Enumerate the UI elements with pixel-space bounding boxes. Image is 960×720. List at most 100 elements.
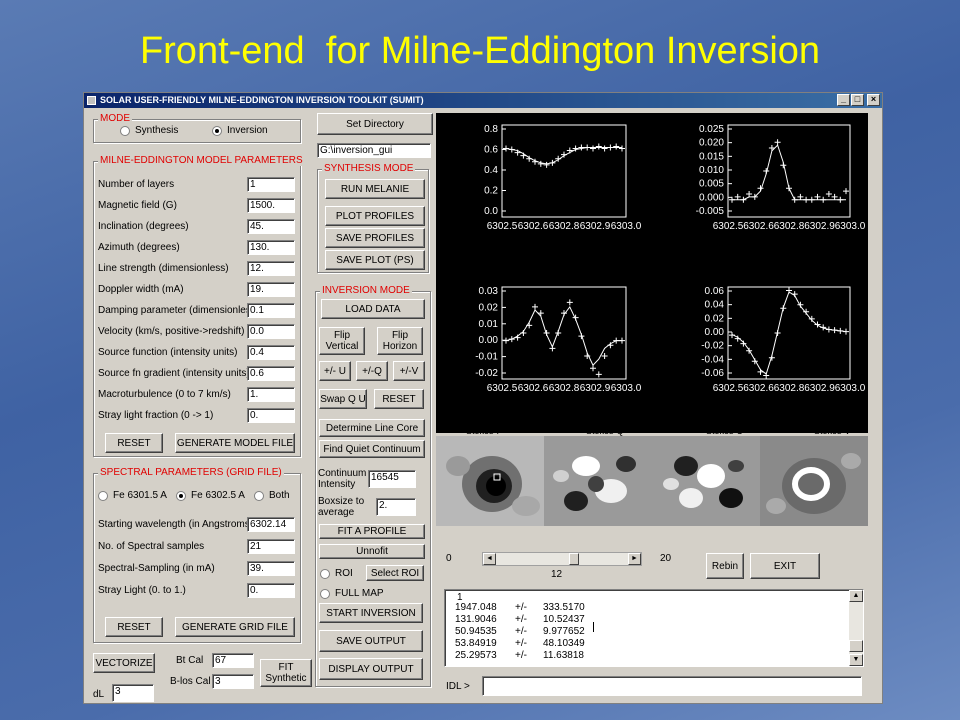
observed-point <box>734 193 741 200</box>
load-data-button[interactable]: LOAD DATA <box>321 299 425 319</box>
generate-grid-file-button[interactable]: GENERATE GRID FILE <box>175 617 295 637</box>
both-lines-radio-dot[interactable] <box>254 490 264 501</box>
plot-profiles-button[interactable]: PLOT PROFILES <box>325 206 425 226</box>
fe-6302-radio-dot[interactable] <box>176 490 186 501</box>
idl-command-input[interactable] <box>482 676 862 696</box>
stokes-i-map[interactable] <box>436 436 544 526</box>
set-directory-button[interactable]: Set Directory <box>317 113 433 135</box>
bt-cal-input[interactable]: 67 <box>212 653 254 668</box>
model-param-input[interactable]: 0.4 <box>247 345 295 360</box>
spectral-param-input[interactable]: 39. <box>247 561 295 576</box>
spectral-param-input[interactable]: 21 <box>247 539 295 554</box>
continuum-intensity-input[interactable]: 16545 <box>368 470 416 488</box>
select-roi-button[interactable]: Select ROI <box>366 565 424 581</box>
slider-left-arrow-icon[interactable]: ◄ <box>483 553 496 565</box>
observed-point <box>566 299 573 306</box>
model-param-input[interactable]: 130. <box>247 240 295 255</box>
y-tick-label: 0.000 <box>699 192 724 203</box>
both-lines-radio[interactable]: Both <box>254 490 290 501</box>
fe-6301-radio[interactable]: Fe 6301.5 A <box>98 490 167 501</box>
inversion-reset-button[interactable]: RESET <box>374 389 424 409</box>
run-melanie-button[interactable]: RUN MELANIE <box>325 179 425 199</box>
fe-6301-radio-dot[interactable] <box>98 490 108 501</box>
console-scrollbar[interactable]: ▲ ▼ <box>849 590 863 666</box>
save-output-button[interactable]: SAVE OUTPUT <box>319 630 423 652</box>
close-button[interactable]: × <box>867 94 880 106</box>
directory-input[interactable]: G:\inversion_gui <box>317 143 431 158</box>
maximize-button[interactable]: □ <box>851 94 864 106</box>
spectral-param-label: Starting wavelength (in Angstroms) <box>98 519 254 530</box>
model-param-input[interactable]: 0.6 <box>247 366 295 381</box>
y-tick-label: 0.02 <box>479 302 499 313</box>
fit-synthetic-button[interactable]: FIT Synthetic <box>260 659 312 687</box>
x-tick-label: 6302.9 <box>580 221 611 232</box>
spectral-reset-button[interactable]: RESET <box>105 617 163 637</box>
full-map-radio[interactable]: FULL MAP <box>320 588 384 599</box>
roi-radio[interactable]: ROI <box>320 568 353 579</box>
window-titlebar: SOLAR USER-FRIENDLY MILNE-EDDINGTON INVE… <box>84 93 882 108</box>
console-scroll-thumb[interactable] <box>849 640 863 652</box>
dl-input[interactable]: 3 <box>112 684 154 702</box>
roi-radio-dot[interactable] <box>320 568 330 579</box>
generate-model-file-button[interactable]: GENERATE MODEL FILE <box>175 433 295 453</box>
observed-point <box>555 330 562 336</box>
observed-point <box>791 196 798 203</box>
inversion-radio-dot[interactable] <box>212 125 222 136</box>
model-param-input[interactable]: 0. <box>247 408 295 423</box>
start-inversion-button[interactable]: START INVERSION <box>319 603 423 623</box>
stokes-v-map[interactable] <box>760 436 868 526</box>
determine-line-core-button[interactable]: Determine Line Core <box>319 419 425 437</box>
vectorize-button[interactable]: VECTORIZE <box>93 653 155 673</box>
save-profiles-button[interactable]: SAVE PROFILES <box>325 228 425 248</box>
stokes-u-map[interactable] <box>652 436 760 526</box>
stokes-q-map[interactable] <box>544 436 652 526</box>
model-param-input[interactable]: 0.1 <box>247 303 295 318</box>
fit-a-profile-button[interactable]: FIT A PROFILE <box>319 524 425 539</box>
find-quiet-continuum-button[interactable]: Find Quiet Continuum <box>319 440 425 458</box>
rebin-button[interactable]: Rebin <box>706 553 744 579</box>
synthesis-radio-dot[interactable] <box>120 125 130 136</box>
model-param-input[interactable]: 0.0 <box>247 324 295 339</box>
save-plot-ps-button[interactable]: SAVE PLOT (PS) <box>325 250 425 270</box>
full-map-radio-dot[interactable] <box>320 588 330 599</box>
blos-cal-input[interactable]: 3 <box>212 674 254 689</box>
minimize-button[interactable]: _ <box>837 94 850 106</box>
x-tick-label: 6302.6 <box>743 221 774 232</box>
flip-u-sign-button[interactable]: +/- U <box>319 361 351 381</box>
model-param-label: Doppler width (mA) <box>98 284 184 295</box>
slider-thumb[interactable] <box>569 553 579 565</box>
observed-point <box>613 337 620 344</box>
model-param-input[interactable]: 19. <box>247 282 295 297</box>
model-param-input[interactable]: 12. <box>247 261 295 276</box>
synthesis-radio[interactable]: Synthesis <box>120 125 178 136</box>
observed-point <box>549 345 556 352</box>
slider-right-arrow-icon[interactable]: ► <box>628 553 641 565</box>
spectral-param-input[interactable]: 6302.14 <box>247 517 295 532</box>
y-tick-label: 0.02 <box>705 313 725 324</box>
flip-q-sign-button[interactable]: +/-Q <box>356 361 388 381</box>
model-param-input[interactable]: 1 <box>247 177 295 192</box>
frame-slider[interactable]: ◄ ► <box>482 552 642 566</box>
output-console[interactable]: 1 ▲ ▼ 1947.048 +/- 333.5170 131.9046 +/- 10.5… <box>444 589 864 667</box>
stokes-v-label: Stokes-V <box>814 426 851 436</box>
model-param-input[interactable]: 45. <box>247 219 295 234</box>
spectral-param-input[interactable]: 0. <box>247 583 295 598</box>
display-output-button[interactable]: DISPLAY OUTPUT <box>319 658 423 680</box>
observed-point <box>837 196 844 203</box>
model-param-input[interactable]: 1. <box>247 387 295 402</box>
flip-vertical-button[interactable]: Flip Vertical <box>319 327 365 355</box>
unnofit-button[interactable]: Unnofit <box>319 544 425 559</box>
model-reset-button[interactable]: RESET <box>105 433 163 453</box>
console-scroll-down-icon[interactable]: ▼ <box>849 654 863 666</box>
flip-v-sign-button[interactable]: +/-V <box>393 361 425 381</box>
flip-horizon-button[interactable]: Flip Horizon <box>377 327 423 355</box>
console-scroll-up-icon[interactable]: ▲ <box>849 590 863 602</box>
inversion-radio[interactable]: Inversion <box>212 125 268 136</box>
fe-6302-radio[interactable]: Fe 6302.5 A <box>176 490 245 501</box>
mode-group: MODE Synthesis Inversion <box>93 113 301 143</box>
exit-button[interactable]: EXIT <box>750 553 820 579</box>
model-param-input[interactable]: 1500. <box>247 198 295 213</box>
observed-point <box>595 371 602 378</box>
swap-qu-button[interactable]: Swap Q U <box>319 389 367 409</box>
boxsize-input[interactable]: 2. <box>376 498 416 516</box>
